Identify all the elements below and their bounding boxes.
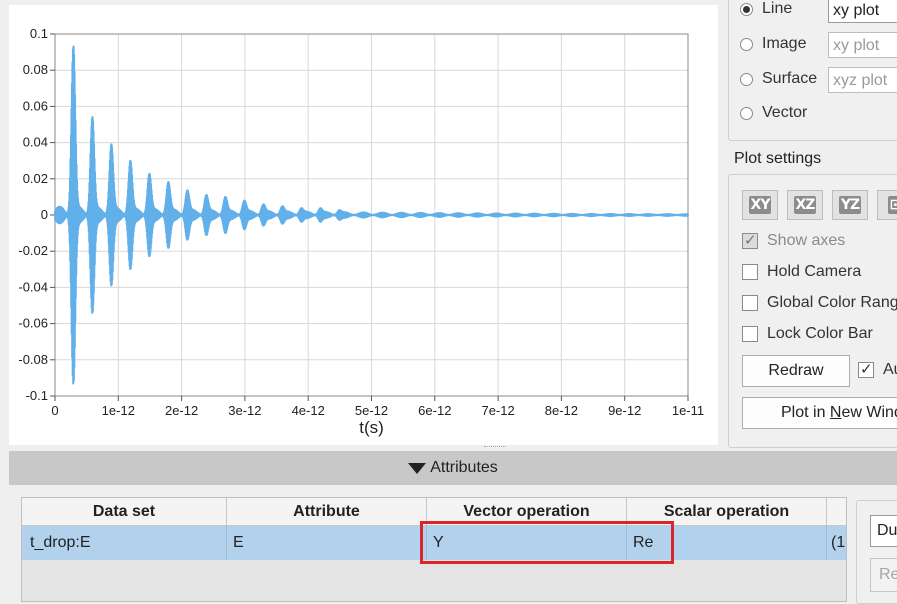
radio-surface[interactable]: Surface <box>740 68 817 90</box>
radio-image[interactable]: Image <box>740 33 806 55</box>
radio-image-indicator[interactable] <box>740 37 753 51</box>
plot-in-new-window-text-a: Plot in <box>781 404 830 421</box>
side-combo[interactable]: Du <box>870 515 897 547</box>
column-header-extra[interactable] <box>827 498 846 526</box>
y-tick-label: 0.1 <box>30 26 48 41</box>
auto-checkbox[interactable]: Au <box>858 359 897 381</box>
column-header-attribute[interactable]: Attribute <box>227 498 427 526</box>
x-axis-label: t(s) <box>359 418 384 437</box>
radio-vector-indicator[interactable] <box>740 106 753 120</box>
plot-settings-title: Plot settings <box>734 150 822 167</box>
attributes-header-label: Attributes <box>430 459 498 476</box>
auto-check-indicator[interactable] <box>858 360 874 378</box>
highlight-box <box>420 521 674 564</box>
x-tick-label: 4e-12 <box>292 403 325 418</box>
view-yz-label: YZ <box>838 196 862 214</box>
view-xz-button[interactable]: XZ <box>787 190 823 220</box>
radio-line[interactable]: Line <box>740 0 792 20</box>
y-tick-label: -0.08 <box>18 352 48 367</box>
plot-panel[interactable]: 0 1e-12 2e-12 3e-12 4e-12 5e-12 6e-12 7e-12 8e-1… <box>9 5 718 445</box>
auto-label: Au <box>883 361 897 378</box>
radio-line-label: Line <box>762 0 793 17</box>
global-color-range-check-indicator[interactable] <box>742 295 758 311</box>
splitter-handle[interactable] <box>484 446 506 450</box>
reset-view-icon: ⊡ <box>887 196 897 214</box>
y-tick-label: -0.04 <box>18 279 48 294</box>
x-tick-label: 5e-12 <box>355 403 388 418</box>
show-axes-checkbox: Show axes <box>742 230 845 252</box>
lock-color-bar-check-indicator[interactable] <box>742 326 758 342</box>
image-plot-combo: xy plot <box>828 32 897 58</box>
line-plot-combo[interactable]: xy plot <box>828 0 897 23</box>
collapse-triangle-icon <box>408 462 427 474</box>
hold-camera-label: Hold Camera <box>767 263 862 280</box>
side-button: Re <box>870 558 897 592</box>
y-tick-label: 0.08 <box>23 62 48 77</box>
plot-in-new-window-button[interactable]: Plot in New Wind <box>742 397 897 429</box>
view-reset-button[interactable]: ⊡ <box>877 190 897 220</box>
line-chart: 0 1e-12 2e-12 3e-12 4e-12 5e-12 6e-12 7e-12 8e-1… <box>18 26 704 437</box>
radio-vector-label: Vector <box>762 104 808 121</box>
lock-color-bar-checkbox[interactable]: Lock Color Bar <box>742 323 873 345</box>
right-panel: Line xy plot Image xy plot Surface xyz p… <box>728 0 897 448</box>
cell-data-set[interactable]: t_drop:E <box>22 526 227 560</box>
surface-plot-combo: xyz plot <box>828 67 897 93</box>
y-tick-label: -0.1 <box>26 388 48 403</box>
y-tick-label: 0.04 <box>23 135 48 150</box>
radio-surface-indicator[interactable] <box>740 72 753 86</box>
x-tick-label: 1e-11 <box>672 403 704 418</box>
x-tick-label: 9e-12 <box>608 403 641 418</box>
radio-surface-label: Surface <box>762 70 818 87</box>
column-header-data-set[interactable]: Data set <box>22 498 227 526</box>
hold-camera-checkbox[interactable]: Hold Camera <box>742 261 861 283</box>
y-tick-label: 0.02 <box>23 171 48 186</box>
x-tick-label: 6e-12 <box>418 403 451 418</box>
plot-in-new-window-text-b: ew Wind <box>841 404 897 421</box>
show-axes-label: Show axes <box>767 232 846 249</box>
view-xy-label: XY <box>748 196 772 214</box>
x-tick-label: 8e-12 <box>545 403 578 418</box>
x-tick-label: 7e-12 <box>481 403 514 418</box>
radio-vector[interactable]: Vector <box>740 102 807 124</box>
view-xy-button[interactable]: XY <box>742 190 778 220</box>
y-tick-label: -0.06 <box>18 316 48 331</box>
y-tick-label: -0.02 <box>18 243 48 258</box>
radio-line-indicator[interactable] <box>740 2 753 16</box>
y-tick-label: 0.06 <box>23 98 48 113</box>
attributes-header[interactable]: Attributes <box>9 451 897 485</box>
plot-in-new-window-mnemonic: N <box>829 404 842 421</box>
cell-extra[interactable]: (1e <box>827 526 846 560</box>
show-axes-check-indicator <box>742 231 758 249</box>
x-tick-label: 2e-12 <box>165 403 198 418</box>
x-tick-label: 1e-12 <box>102 403 135 418</box>
hold-camera-check-indicator[interactable] <box>742 264 758 280</box>
y-tick-label: 0 <box>41 207 48 222</box>
redraw-button[interactable]: Redraw <box>742 355 850 387</box>
view-yz-button[interactable]: YZ <box>832 190 868 220</box>
x-tick-label: 0 <box>51 403 58 418</box>
lock-color-bar-label: Lock Color Bar <box>767 325 873 342</box>
cell-attribute[interactable]: E <box>227 526 427 560</box>
view-xz-label: XZ <box>793 196 817 214</box>
x-tick-label: 3e-12 <box>228 403 261 418</box>
global-color-range-checkbox[interactable]: Global Color Rang <box>742 292 897 314</box>
radio-image-label: Image <box>762 35 807 52</box>
global-color-range-label: Global Color Rang <box>767 294 897 311</box>
